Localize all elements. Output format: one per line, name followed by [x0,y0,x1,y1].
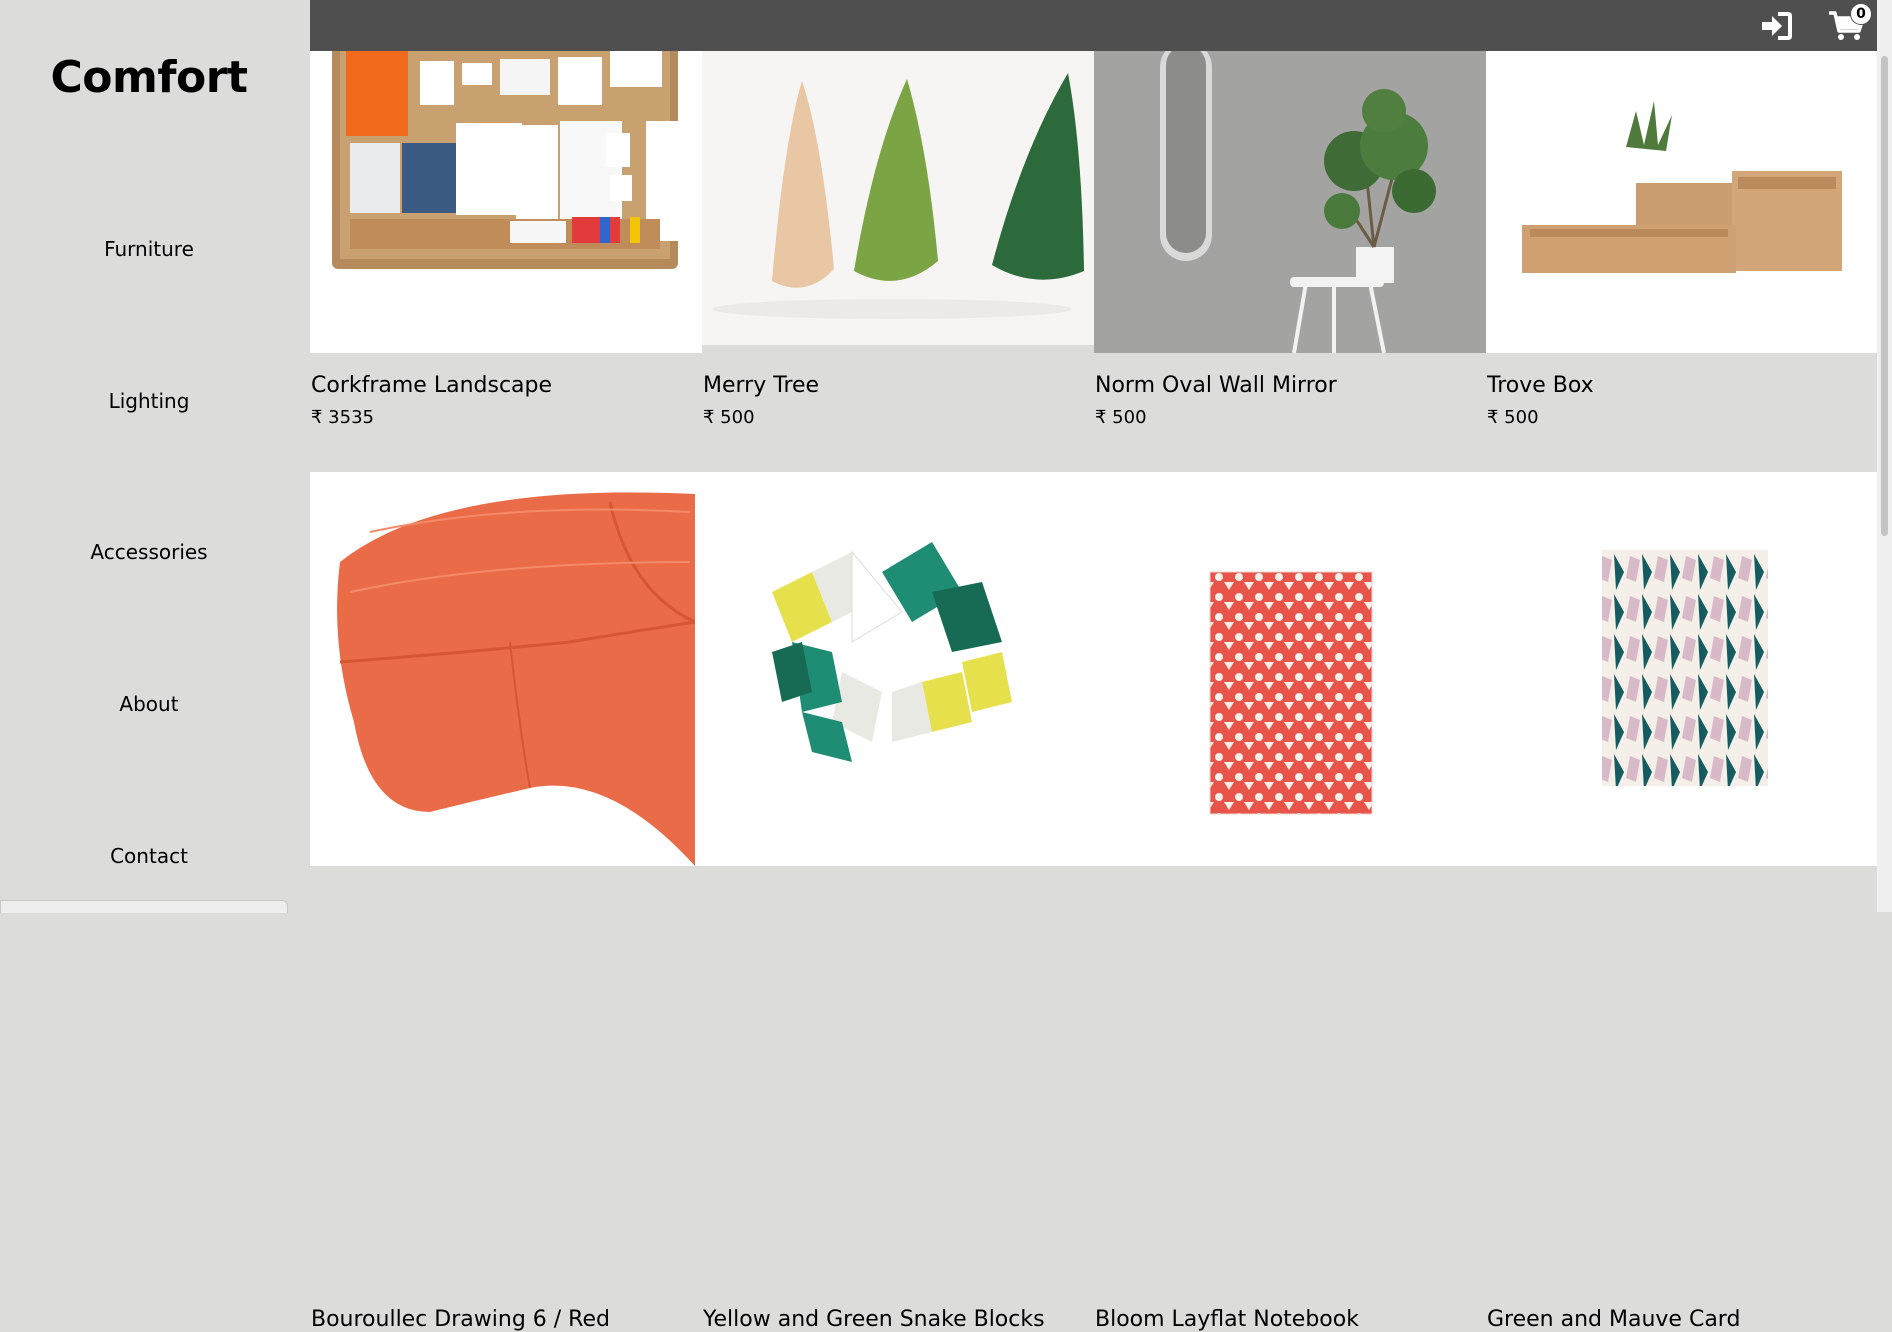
top-bar: 0 [310,0,1877,51]
page-scrollbar[interactable] [1877,0,1892,912]
brand-logo[interactable]: Comfort [0,52,298,103]
product-name[interactable]: Trove Box [1487,373,1594,398]
cart-button[interactable]: 0 [1825,0,1872,51]
nav-furniture[interactable]: Furniture [0,237,298,261]
cart-count-badge: 0 [1850,2,1872,25]
browser-status-bar [0,900,288,913]
product-price: ₹ 500 [1487,407,1539,428]
nav-accessories[interactable]: Accessories [0,540,298,564]
product-price: ₹ 500 [703,407,755,428]
sidebar: Comfort Furniture Lighting Accessories A… [0,0,310,913]
product-name[interactable]: Green and Mauve Card [1487,1307,1740,1332]
product-image[interactable] [1486,51,1878,353]
scrollbar-thumb[interactable] [1881,56,1888,536]
product-name[interactable]: Yellow and Green Snake Blocks [703,1307,1045,1332]
product-name[interactable]: Bloom Layflat Notebook [1095,1307,1359,1332]
product-name[interactable]: Norm Oval Wall Mirror [1095,373,1337,398]
product-image[interactable] [702,472,1094,866]
sign-in-icon [1762,11,1792,40]
product-grid: Corkframe Landscape ₹ 3535 Merry Tree ₹ … [310,51,1878,1332]
product-name[interactable]: Bouroullec Drawing 6 / Red [311,1307,610,1332]
nav-about[interactable]: About [0,692,298,716]
product-name[interactable]: Merry Tree [703,373,819,398]
nav-contact[interactable]: Contact [0,844,298,868]
nav-lighting[interactable]: Lighting [0,389,298,413]
product-name[interactable]: Corkframe Landscape [311,373,552,398]
product-image[interactable] [310,51,702,353]
product-image[interactable] [1094,51,1486,353]
product-price: ₹ 3535 [311,407,374,428]
login-button[interactable] [1754,0,1798,51]
product-price: ₹ 500 [1095,407,1147,428]
product-image[interactable] [702,51,1094,345]
product-image[interactable] [1094,472,1486,866]
product-image[interactable] [1486,472,1878,866]
product-image[interactable] [310,472,702,866]
